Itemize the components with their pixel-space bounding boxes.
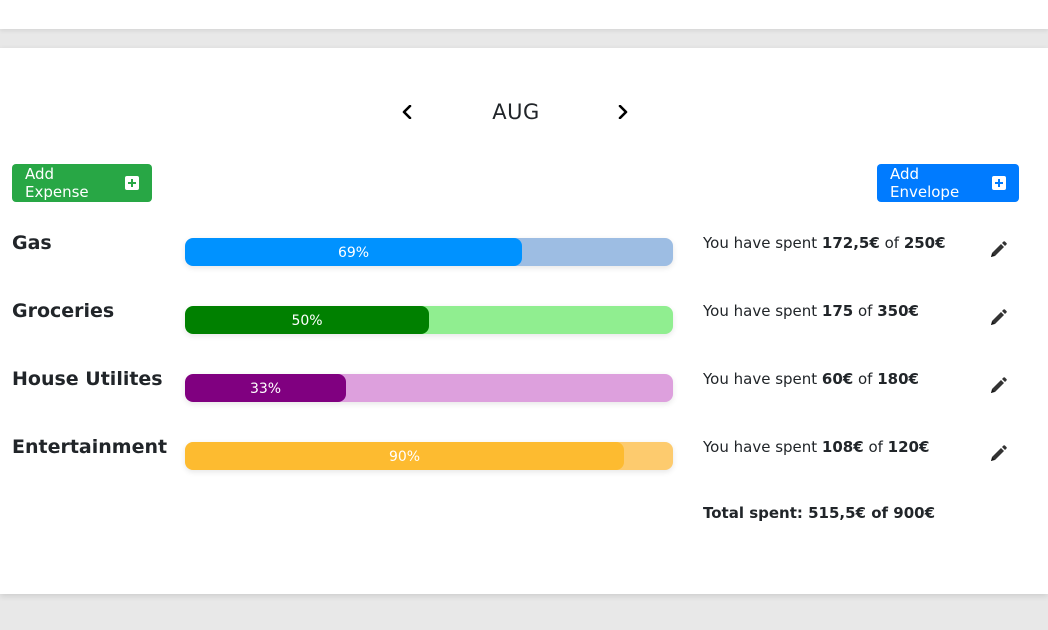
envelope-name: Entertainment <box>12 436 168 458</box>
envelope-row: Gas 69% You have spent 172,5€ of 250€ <box>0 232 1048 272</box>
add-expense-button[interactable]: Add Expense <box>12 164 152 202</box>
add-expense-label: Add Expense <box>25 165 89 201</box>
plus-square-icon <box>992 176 1006 190</box>
pencil-icon[interactable] <box>988 376 1008 396</box>
chevron-right-icon[interactable] <box>613 98 633 126</box>
total-spent: Total spent: 515,5€ of 900€ <box>703 504 936 522</box>
envelope-progress-bar: 90% <box>185 442 673 470</box>
envelope-spent-text: You have spent 60€ of 180€ <box>703 370 919 388</box>
top-header-strip <box>0 0 1048 29</box>
envelope-progress-label: 69% <box>337 245 370 261</box>
add-envelope-label: Add Envelope <box>890 165 960 201</box>
chevron-left-icon[interactable] <box>397 98 417 126</box>
spent-prefix: You have spent <box>703 438 822 456</box>
envelope-row: Groceries 50% You have spent 175 of 350€ <box>0 300 1048 340</box>
current-month: AUG <box>492 100 540 124</box>
envelope-progress-label: 50% <box>291 313 323 329</box>
envelope-name: Gas <box>12 232 52 254</box>
month-navigation: AUG <box>0 94 1048 134</box>
pencil-icon[interactable] <box>988 240 1008 260</box>
envelope-progress-bar: 50% <box>185 306 673 334</box>
budget-amount: 250€ <box>903 234 946 252</box>
envelope-spent-text: You have spent 108€ of 120€ <box>703 438 929 456</box>
budget-amount: 120€ <box>887 438 930 456</box>
of-word: of <box>863 438 888 456</box>
envelope-row: House Utilites 33% You have spent 60€ of 1… <box>0 368 1048 408</box>
add-envelope-button[interactable]: Add Envelope <box>877 164 1019 202</box>
budget-amount: 350€ <box>877 302 919 320</box>
of-word: of <box>853 302 878 320</box>
spent-prefix: You have spent <box>703 302 822 320</box>
of-word: of <box>853 370 878 388</box>
plus-square-icon <box>125 176 139 190</box>
envelope-row: Entertainment 90% You have spent 108€ of 1… <box>0 436 1048 476</box>
envelope-progress-label: 33% <box>249 381 282 397</box>
of-word: of <box>879 234 904 252</box>
spent-amount: 108€ <box>821 438 864 456</box>
envelope-spent-text: You have spent 172,5€ of 250€ <box>703 234 946 252</box>
spent-prefix: You have spent <box>703 370 822 388</box>
budget-amount: 180€ <box>877 370 919 388</box>
pencil-icon[interactable] <box>988 444 1008 464</box>
spent-prefix: You have spent <box>703 234 822 252</box>
spent-amount: 175 <box>821 302 854 320</box>
envelope-progress-label: 90% <box>388 449 421 465</box>
envelope-name: Groceries <box>12 300 115 322</box>
envelope-progress-bar: 69% <box>185 238 673 266</box>
pencil-icon[interactable] <box>988 308 1008 328</box>
envelope-progress-bar: 33% <box>185 374 673 402</box>
spent-amount: 60€ <box>821 370 854 388</box>
envelope-spent-text: You have spent 175 of 350€ <box>703 302 919 320</box>
spent-amount: 172,5€ <box>821 234 880 252</box>
envelope-name: House Utilites <box>12 368 163 390</box>
